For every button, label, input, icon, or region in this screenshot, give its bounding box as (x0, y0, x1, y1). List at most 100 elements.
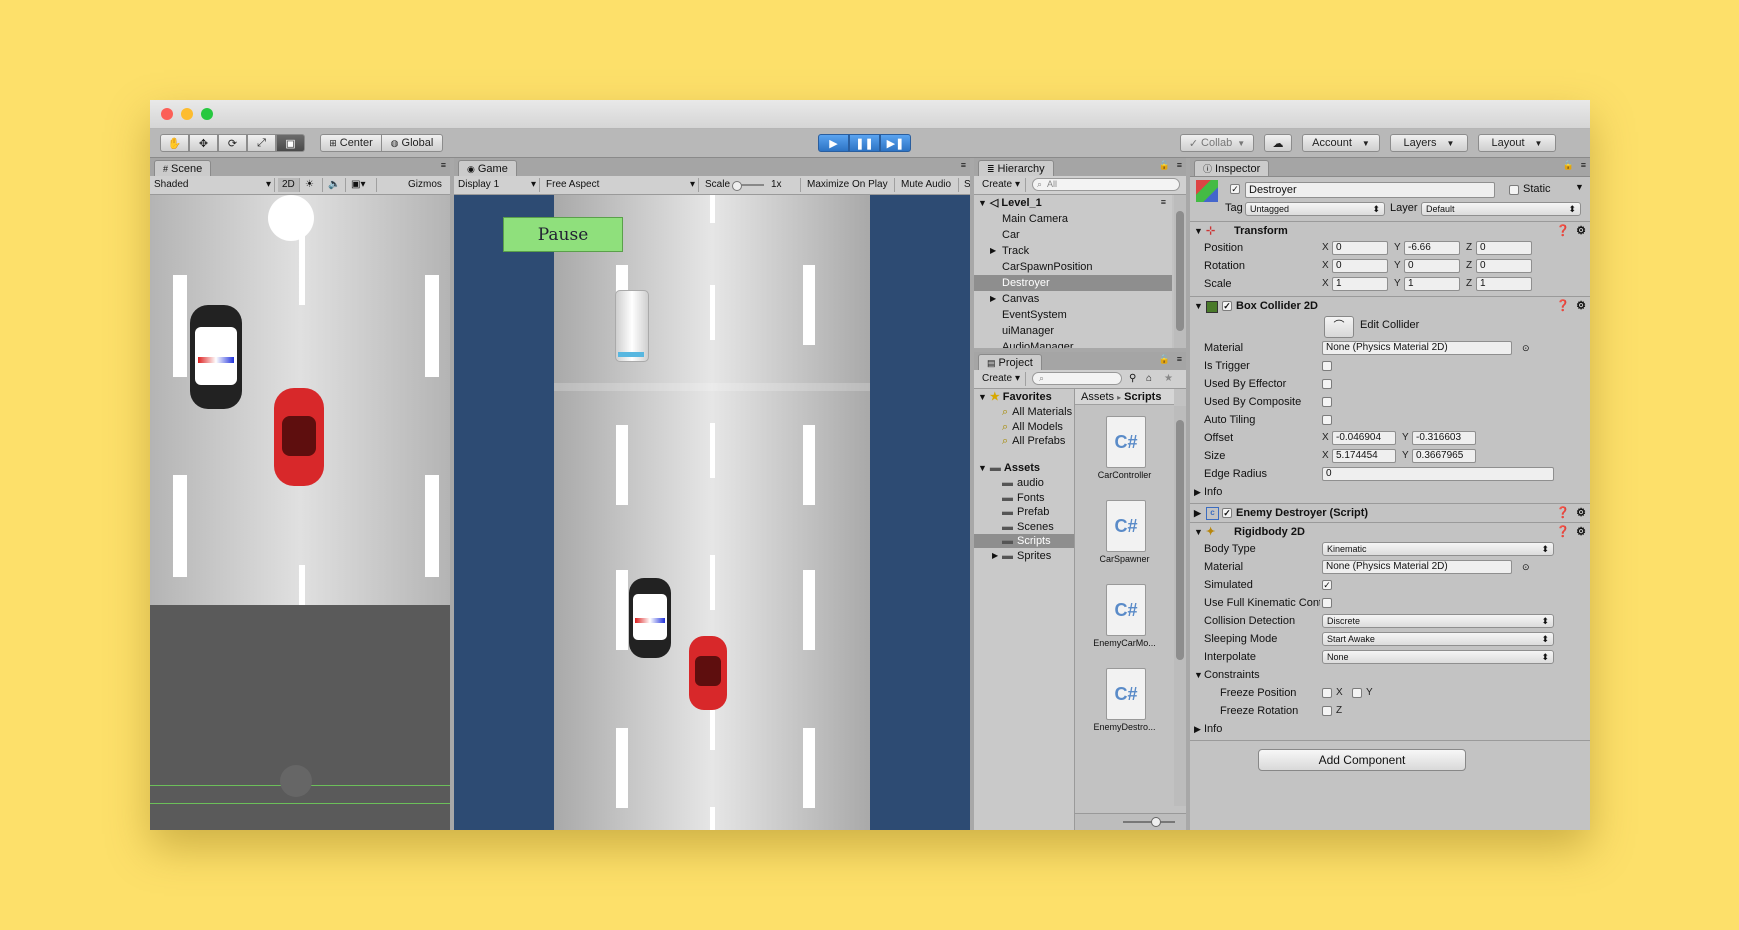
hierarchy-item[interactable]: EventSystem (1002, 307, 1067, 323)
script-asset[interactable]: C# EnemyCarMo... (1075, 578, 1174, 658)
position-x-field[interactable]: 0 (1332, 241, 1388, 255)
hierarchy-item[interactable]: CarSpawnPosition (1002, 259, 1093, 275)
panel-menu-icon[interactable]: ≡ (1581, 160, 1586, 170)
hierarchy-search-input[interactable]: ⌕ All (1032, 178, 1180, 191)
gear-icon[interactable]: ⚙ (1576, 297, 1586, 315)
lock-icon[interactable]: 🔒 (1159, 160, 1170, 171)
gear-icon[interactable]: ⚙ (1576, 222, 1586, 240)
hand-tool-icon[interactable]: ✋ (160, 134, 189, 152)
minimize-window-button[interactable] (181, 108, 193, 120)
chevron-right-icon[interactable]: ▶ (992, 549, 998, 563)
box-collider-enabled-checkbox[interactable]: ✓ (1222, 301, 1232, 311)
scale-z-field[interactable]: 1 (1476, 277, 1532, 291)
freeze-position-x-checkbox[interactable] (1322, 688, 1332, 698)
favorite-item[interactable]: ⌕ All Materials (1002, 405, 1072, 419)
favorites-header[interactable]: ▼ ★ Favorites (978, 389, 1052, 405)
folder-item[interactable]: ▶ ▬ Sprites (974, 549, 1074, 563)
scale-y-field[interactable]: 1 (1404, 277, 1460, 291)
hierarchy-item[interactable]: uiManager (1002, 323, 1054, 339)
tab-scene[interactable]: # Scene (154, 160, 212, 176)
mute-audio-toggle[interactable]: Mute Audio (897, 178, 959, 192)
scrollbar-thumb[interactable] (1176, 211, 1184, 331)
maximize-on-play-toggle[interactable]: Maximize On Play (803, 178, 895, 192)
stats-toggle[interactable]: S (960, 178, 970, 192)
close-window-button[interactable] (161, 108, 173, 120)
interpolate-dropdown[interactable]: None ⬍ (1322, 650, 1554, 664)
offset-y-field[interactable]: -0.316603 (1412, 431, 1476, 445)
object-picker-icon[interactable]: ⊙ (1522, 340, 1530, 356)
used-by-composite-checkbox[interactable] (1322, 397, 1332, 407)
favorite-item[interactable]: ⌕ All Models (1002, 420, 1063, 434)
position-z-field[interactable]: 0 (1476, 241, 1532, 255)
audio-icon[interactable]: 🔈 (324, 178, 346, 192)
rotation-y-field[interactable]: 0 (1404, 259, 1460, 273)
global-button[interactable]: ◍ Global (381, 134, 443, 152)
filter-type-icon[interactable]: ⚲ (1129, 373, 1136, 384)
hierarchy-item[interactable]: Car (1002, 227, 1020, 243)
scene-viewport[interactable] (150, 195, 450, 830)
panel-menu-icon[interactable]: ≡ (1177, 160, 1182, 170)
layout-dropdown[interactable]: Layout ▼ (1478, 134, 1556, 152)
favorite-star-icon[interactable]: ★ (1164, 373, 1173, 384)
body-type-dropdown[interactable]: Kinematic ⬍ (1322, 542, 1554, 556)
enemy-destroyer-header[interactable]: ▶ c ✓ Enemy Destroyer (Script) ❓ ⚙ (1190, 503, 1590, 522)
script-asset[interactable]: C# EnemyDestro... (1075, 662, 1174, 742)
project-scrollbar[interactable] (1174, 406, 1186, 806)
rigidbody-header[interactable]: ▼ ✦ Rigidbody 2D ❓ ⚙ (1190, 522, 1590, 541)
move-tool-icon[interactable]: ✥ (189, 134, 218, 152)
rect-tool-icon[interactable]: ▣ (276, 134, 305, 152)
help-icon[interactable]: ❓ (1556, 297, 1570, 315)
shading-dropdown[interactable]: Shaded ▾ (150, 178, 275, 192)
breadcrumb-scripts[interactable]: Scripts (1124, 391, 1161, 403)
rb-info-foldout[interactable]: ▶ Info (1190, 721, 1590, 737)
constraints-foldout[interactable]: ▼ Constraints (1190, 667, 1590, 683)
chevron-right-icon[interactable]: ▶ (990, 291, 996, 307)
filter-label-icon[interactable]: ⌂ (1146, 373, 1152, 384)
object-name-field[interactable]: Destroyer (1245, 182, 1495, 198)
full-kinematic-checkbox[interactable] (1322, 598, 1332, 608)
panel-menu-icon[interactable]: ≡ (1177, 354, 1182, 364)
toggle-2d-button[interactable]: 2D (278, 178, 300, 192)
sleeping-mode-dropdown[interactable]: Start Awake ⬍ (1322, 632, 1554, 646)
effects-icon[interactable]: ▣▾ (347, 178, 377, 192)
freeze-position-y-checkbox[interactable] (1352, 688, 1362, 698)
gear-icon[interactable]: ⚙ (1576, 504, 1586, 522)
chevron-down-icon[interactable]: ▼ (1575, 182, 1584, 192)
collider-info-foldout[interactable]: ▶ Info (1190, 484, 1590, 500)
tab-project[interactable]: ▤ Project (978, 354, 1042, 370)
object-picker-icon[interactable]: ⊙ (1522, 559, 1530, 575)
active-checkbox[interactable]: ✓ (1230, 184, 1240, 194)
offset-x-field[interactable]: -0.046904 (1332, 431, 1396, 445)
panel-menu-icon[interactable]: ≡ (961, 160, 966, 170)
chevron-right-icon[interactable]: ▶ (990, 243, 996, 259)
tag-dropdown[interactable]: Untagged ⬍ (1245, 202, 1385, 216)
script-enabled-checkbox[interactable]: ✓ (1222, 508, 1232, 518)
hierarchy-item[interactable]: Main Camera (1002, 211, 1068, 227)
tab-inspector[interactable]: ⓘ Inspector (1194, 160, 1270, 176)
position-y-field[interactable]: -6.66 (1404, 241, 1460, 255)
used-by-effector-checkbox[interactable] (1322, 379, 1332, 389)
step-icon[interactable]: ▶❚ (880, 134, 911, 152)
rotation-z-field[interactable]: 0 (1476, 259, 1532, 273)
size-x-field[interactable]: 5.174454 (1332, 449, 1396, 463)
hierarchy-item[interactable]: AudioManager (1002, 339, 1074, 348)
edge-radius-field[interactable]: 0 (1322, 467, 1554, 481)
tab-game[interactable]: ◉ Game (458, 160, 517, 176)
pivot-center-button[interactable]: ⊞ Center (320, 134, 382, 152)
folder-item[interactable]: ▬ Fonts (974, 491, 1074, 505)
hierarchy-item[interactable]: ▶ Canvas (990, 291, 1039, 307)
hierarchy-scrollbar[interactable] (1174, 195, 1186, 348)
folder-item[interactable]: ▬ audio (974, 476, 1074, 490)
play-icon[interactable]: ▶ (818, 134, 849, 152)
breadcrumb-assets[interactable]: Assets (1081, 391, 1114, 403)
folder-item[interactable]: ▬ Scenes (974, 520, 1074, 534)
icon-size-slider[interactable] (1123, 821, 1175, 823)
pause-icon[interactable]: ❚❚ (849, 134, 880, 152)
gear-icon[interactable]: ⚙ (1576, 523, 1586, 541)
script-asset[interactable]: C# CarSpawner (1075, 494, 1174, 574)
cloud-icon[interactable]: ☁ (1264, 134, 1292, 152)
scale-slider-handle[interactable] (732, 181, 742, 191)
lighting-icon[interactable]: ☀ (301, 178, 323, 192)
lock-icon[interactable]: 🔒 (1563, 160, 1574, 171)
help-icon[interactable]: ❓ (1556, 504, 1570, 522)
